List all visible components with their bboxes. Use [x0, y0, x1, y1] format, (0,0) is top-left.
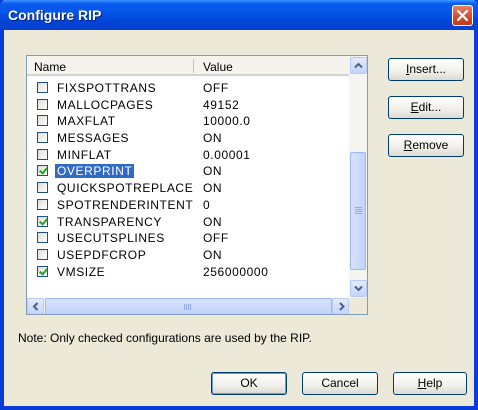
row-value: ON: [203, 164, 223, 179]
row-value: OFF: [203, 231, 229, 246]
list-item[interactable]: QUICKSPOTREPLACE ON: [27, 180, 349, 197]
cancel-button[interactable]: Cancel: [302, 372, 378, 395]
dialog-title: Configure RIP: [8, 7, 102, 23]
vertical-scroll-thumb[interactable]: [350, 152, 366, 270]
list-header: Name Value: [27, 56, 349, 76]
row-value: 256000000: [203, 264, 269, 279]
row-value: 49152: [203, 97, 240, 112]
row-value: 10000.0: [203, 114, 251, 129]
config-list[interactable]: Name Value FIXSPOTTRANS OFF MALLOCPAGES …: [26, 55, 368, 315]
chevron-down-icon: [354, 285, 363, 292]
row-checkbox[interactable]: [37, 82, 48, 93]
remove-button[interactable]: Remove: [388, 134, 464, 157]
list-item[interactable]: MINFLAT 0.00001: [27, 147, 349, 164]
list-item[interactable]: SPOTRENDERINTENT 0: [27, 197, 349, 214]
row-name: USECUTSPLINES: [57, 231, 165, 246]
help-button[interactable]: Help: [393, 372, 467, 395]
close-icon: [457, 10, 468, 21]
note-text: Note: Only checked configurations are us…: [18, 331, 312, 345]
insert-button[interactable]: Insert...: [388, 58, 464, 81]
row-checkbox[interactable]: [37, 232, 48, 244]
row-name: SPOTRENDERINTENT: [57, 197, 194, 212]
row-checkbox[interactable]: [37, 198, 48, 210]
list-item[interactable]: MAXFLAT 10000.0: [27, 113, 349, 130]
row-name: MAXFLAT: [57, 114, 116, 129]
list-item[interactable]: OVERPRINT ON: [27, 163, 349, 180]
row-name: TRANSPARENCY: [57, 214, 162, 229]
column-divider[interactable]: [193, 59, 194, 73]
column-header-value[interactable]: Value: [203, 60, 233, 74]
list-item[interactable]: FIXSPOTTRANS OFF: [27, 80, 349, 97]
row-name: QUICKSPOTREPLACE: [57, 181, 194, 196]
chevron-left-icon: [32, 302, 39, 311]
chevron-right-icon: [339, 302, 345, 311]
row-name: MESSAGES: [57, 131, 130, 146]
scroll-left-button[interactable]: [27, 298, 44, 314]
row-name: OVERPRINT: [55, 164, 135, 179]
row-checkbox[interactable]: [37, 132, 48, 144]
scroll-right-button[interactable]: [332, 298, 349, 314]
row-checkbox[interactable]: [37, 115, 48, 127]
row-value: ON: [203, 247, 223, 262]
row-value: ON: [203, 131, 223, 146]
list-item[interactable]: TRANSPARENCY ON: [27, 214, 349, 231]
column-header-name[interactable]: Name: [34, 60, 66, 74]
row-name: VMSIZE: [57, 264, 106, 279]
chevron-up-icon: [354, 62, 363, 69]
row-checkbox[interactable]: [37, 182, 48, 194]
row-value: 0: [203, 197, 211, 212]
row-name: MALLOCPAGES: [57, 97, 154, 112]
vertical-scrollbar[interactable]: [349, 56, 367, 298]
row-checkbox[interactable]: [37, 215, 48, 227]
horizontal-scrollbar[interactable]: [27, 298, 349, 314]
row-value: 0.00001: [203, 147, 251, 162]
list-rows: FIXSPOTTRANS OFF MALLOCPAGES 49152 MAXFL…: [27, 80, 349, 280]
scrollbar-corner: [349, 298, 367, 314]
row-value: ON: [203, 214, 223, 229]
ok-button[interactable]: OK: [211, 372, 287, 395]
list-item[interactable]: USEPDFCROP ON: [27, 247, 349, 264]
scroll-up-button[interactable]: [350, 57, 367, 74]
list-item[interactable]: MALLOCPAGES 49152: [27, 97, 349, 114]
list-item[interactable]: USECUTSPLINES OFF: [27, 230, 349, 247]
close-button[interactable]: [452, 5, 473, 26]
row-value: OFF: [203, 81, 229, 95]
row-name: USEPDFCROP: [57, 247, 147, 262]
row-checkbox[interactable]: [37, 265, 48, 277]
list-item[interactable]: MESSAGES ON: [27, 130, 349, 147]
configure-rip-dialog: Configure RIP Name Value FIXSPOTTRANS OF…: [0, 0, 478, 410]
horizontal-scroll-thumb[interactable]: [45, 298, 332, 314]
row-name: FIXSPOTTRANS: [57, 81, 157, 95]
title-bar[interactable]: Configure RIP: [0, 0, 478, 30]
row-checkbox[interactable]: [37, 148, 48, 160]
row-value: ON: [203, 181, 223, 196]
edit-button[interactable]: Edit...: [388, 96, 464, 119]
scroll-down-button[interactable]: [350, 280, 367, 297]
list-item[interactable]: VMSIZE 256000000: [27, 264, 349, 281]
row-checkbox[interactable]: [37, 165, 48, 177]
row-checkbox[interactable]: [37, 98, 48, 110]
row-name: MINFLAT: [57, 147, 112, 162]
row-checkbox[interactable]: [37, 248, 48, 260]
